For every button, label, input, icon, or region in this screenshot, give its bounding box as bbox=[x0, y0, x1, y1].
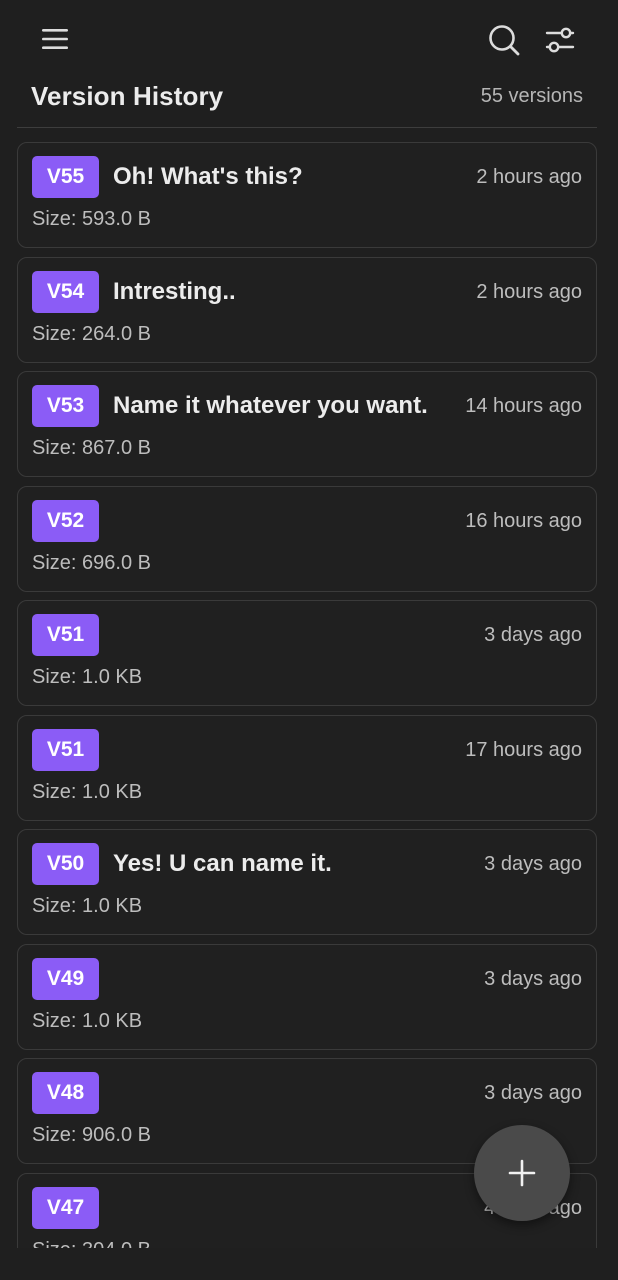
version-size: Size: 1.0 KB bbox=[32, 780, 143, 803]
add-version-button[interactable] bbox=[474, 1125, 570, 1221]
version-timestamp: 3 days ago bbox=[484, 1082, 582, 1104]
version-size: Size: 593.0 B bbox=[32, 208, 151, 230]
version-badge: V54 bbox=[32, 270, 99, 313]
version-card[interactable]: V52 16 hours ago Size: 696.0 B bbox=[17, 485, 597, 592]
version-size: Size: 906.0 B bbox=[32, 1124, 151, 1146]
version-badge: V49 bbox=[32, 957, 99, 1000]
version-timestamp: 14 hours ago bbox=[465, 395, 582, 417]
search-icon[interactable] bbox=[484, 20, 524, 60]
menu-icon[interactable] bbox=[36, 20, 74, 58]
version-card[interactable]: V51 17 hours ago Size: 1.0 KB bbox=[17, 714, 597, 821]
version-badge: V51 bbox=[32, 614, 99, 656]
version-size: Size: 867.0 B bbox=[32, 437, 151, 459]
version-badge: V55 bbox=[32, 156, 99, 198]
version-timestamp: 2 hours ago bbox=[476, 280, 582, 303]
version-title: Oh! What's this? bbox=[113, 163, 303, 190]
version-title: Yes! U can name it. bbox=[113, 850, 332, 877]
sliders-icon[interactable] bbox=[540, 20, 580, 60]
version-size: Size: 1.0 KB bbox=[32, 1009, 143, 1032]
version-card[interactable]: V54 Intresting.. 2 hours ago Size: 264.0 B bbox=[17, 256, 597, 363]
version-size: Size: 696.0 B bbox=[32, 551, 151, 574]
version-timestamp: 3 days ago bbox=[484, 624, 582, 646]
page-title: Version History bbox=[31, 80, 224, 111]
version-card[interactable]: V50 Yes! U can name it. 3 days ago Size: 1.… bbox=[17, 829, 597, 935]
version-size: Size: 264.0 B bbox=[32, 322, 151, 345]
version-timestamp: 2 hours ago bbox=[476, 166, 582, 188]
version-badge: V50 bbox=[32, 843, 99, 885]
version-timestamp: 16 hours ago bbox=[465, 509, 582, 532]
version-card[interactable]: V49 3 days ago Size: 1.0 KB bbox=[17, 943, 597, 1050]
header-divider bbox=[17, 127, 597, 128]
version-title: Name it whatever you want. bbox=[113, 392, 428, 419]
version-timestamp: 3 days ago bbox=[484, 967, 582, 990]
app-screen: Version History 55 versions V55 Oh! What'… bbox=[0, 0, 618, 1280]
version-badge: V52 bbox=[32, 499, 99, 542]
version-size: Size: 304.0 B bbox=[32, 1234, 151, 1249]
top-app-bar bbox=[0, 0, 618, 78]
version-count: 55 versions bbox=[480, 84, 583, 107]
version-badge: V47 bbox=[32, 1186, 99, 1229]
version-card[interactable]: V51 3 days ago Size: 1.0 KB bbox=[17, 600, 597, 706]
version-badge: V53 bbox=[32, 385, 99, 427]
version-timestamp: 3 days ago bbox=[484, 853, 582, 875]
version-badge: V48 bbox=[32, 1072, 99, 1114]
version-size: Size: 1.0 KB bbox=[32, 895, 143, 917]
version-title: Intresting.. bbox=[113, 277, 236, 305]
version-timestamp: 17 hours ago bbox=[465, 738, 582, 761]
version-size: Size: 1.0 KB bbox=[32, 666, 143, 688]
page-header: Version History 55 versions bbox=[31, 78, 583, 114]
version-card[interactable]: V55 Oh! What's this? 2 hours ago Size: 593.… bbox=[17, 142, 597, 248]
version-list[interactable]: V55 Oh! What's this? 2 hours ago Size: 593.… bbox=[17, 142, 597, 1248]
version-card[interactable]: V53 Name it whatever you want. 14 hours ag… bbox=[17, 371, 597, 477]
plus-icon bbox=[508, 1159, 536, 1187]
version-badge: V51 bbox=[32, 728, 99, 771]
